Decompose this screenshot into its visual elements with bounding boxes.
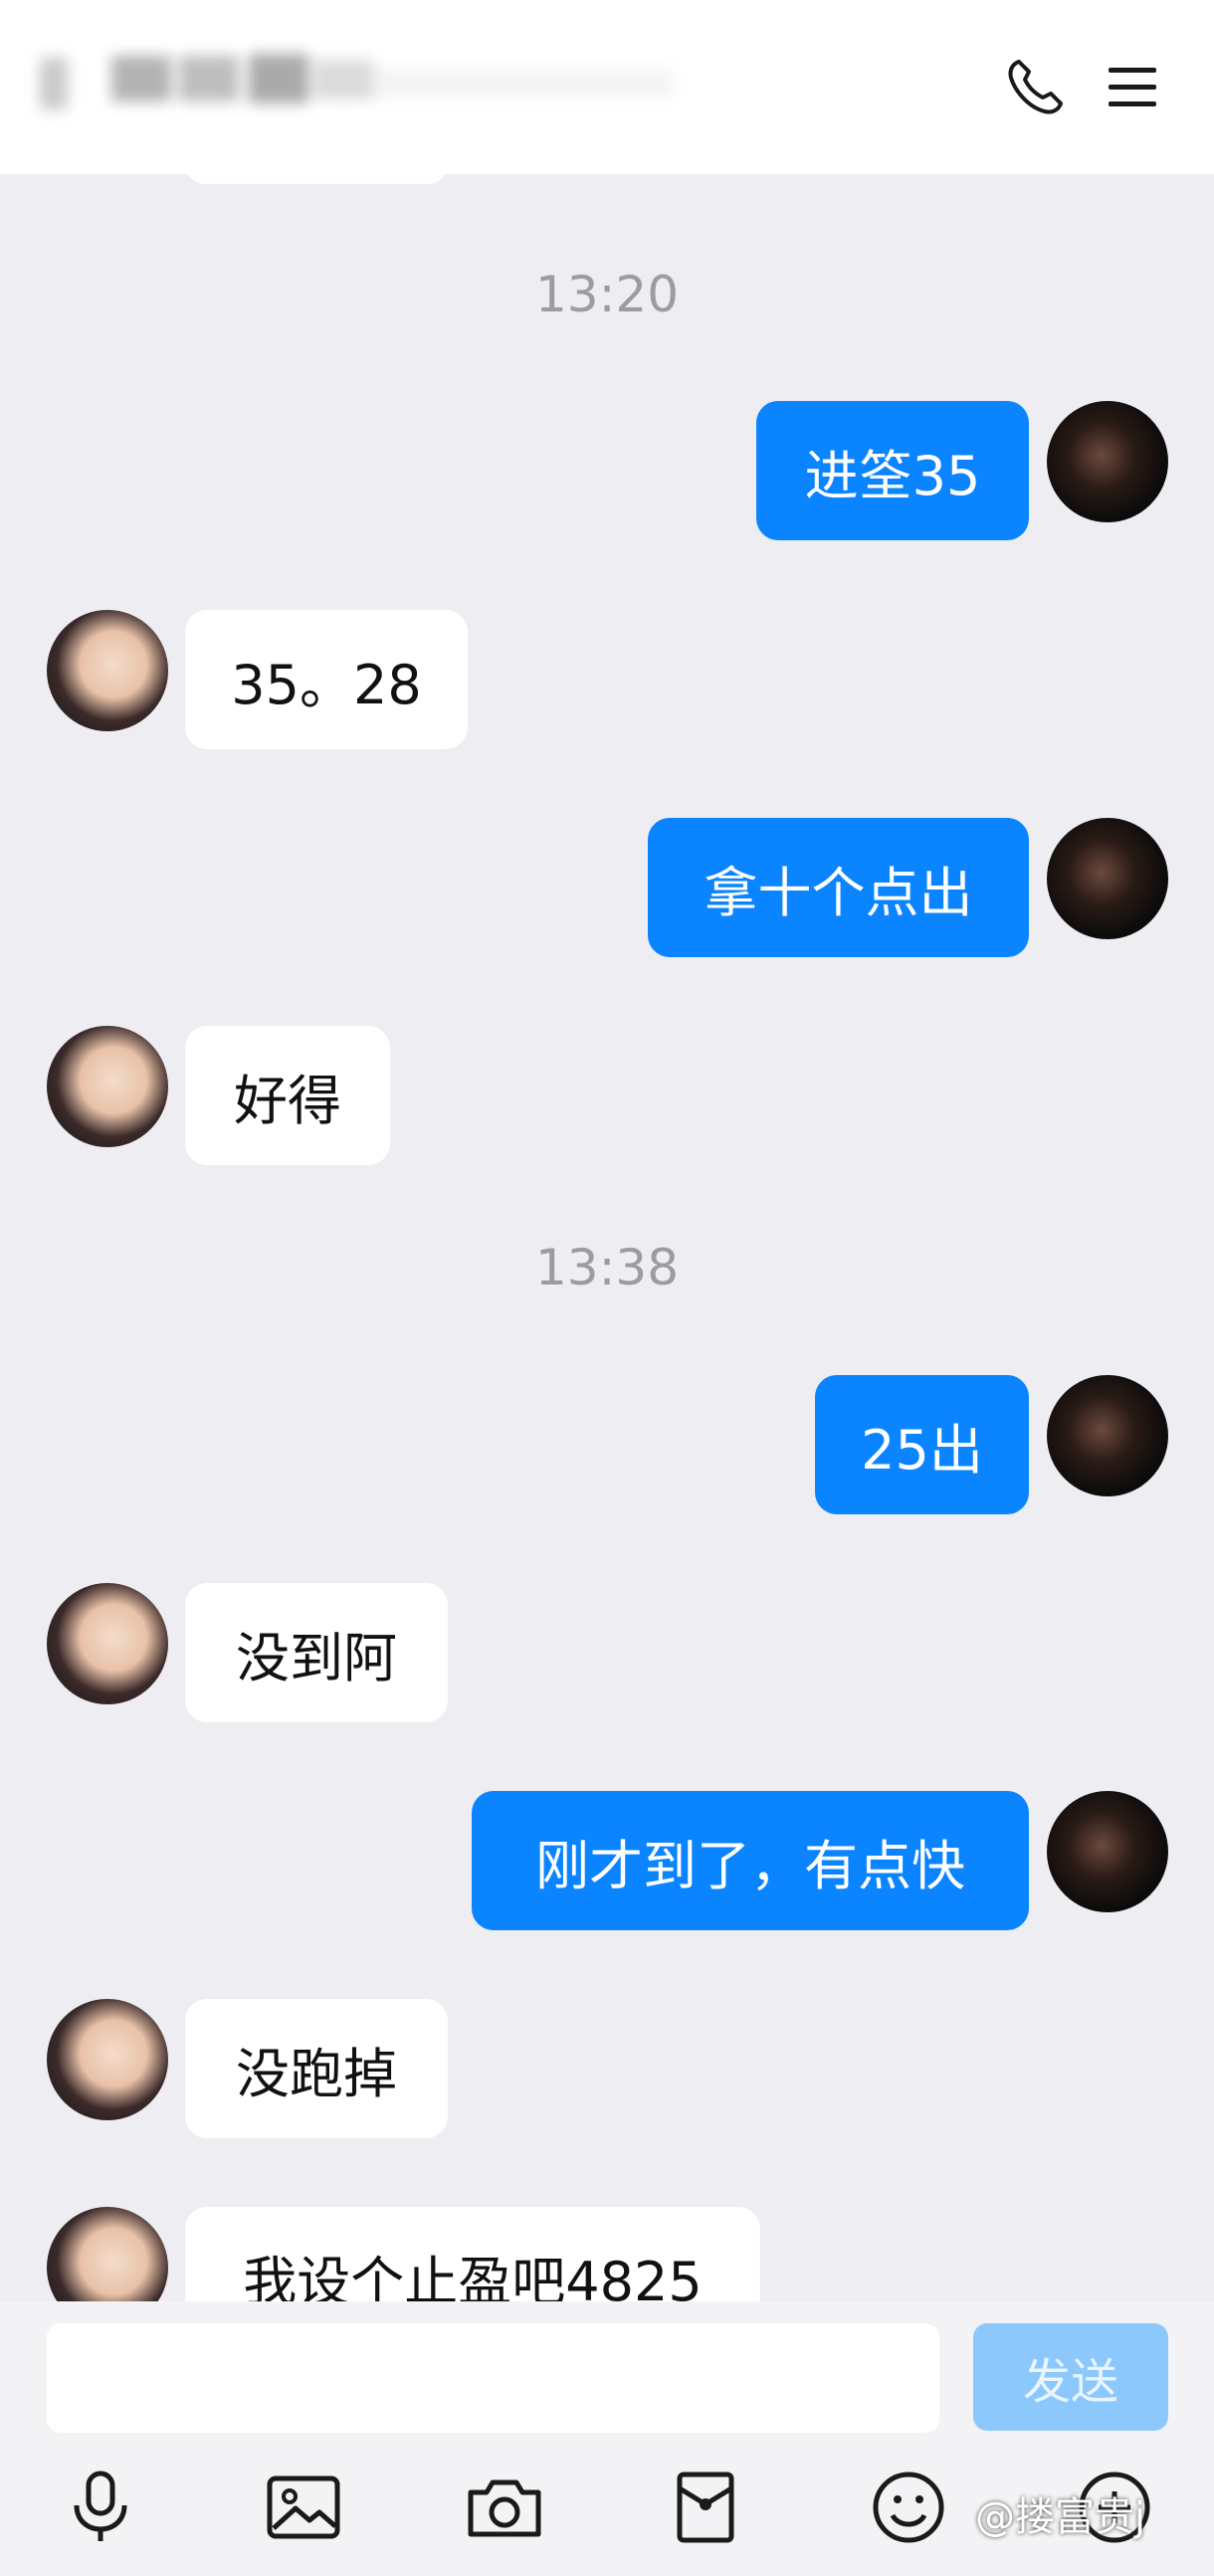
my-avatar[interactable] [1047,1375,1168,1496]
message-bubble-incoming[interactable]: 好得 [185,1026,390,1165]
message-bubble-incoming[interactable]: 没到阿 [185,1583,448,1722]
my-avatar[interactable] [1047,1791,1168,1912]
message-bubble-outgoing[interactable]: 进筌35 [756,401,1029,540]
contact-avatar[interactable] [47,1583,168,1704]
message-bubble-incoming[interactable]: 我设个止盈吧4825 [185,2207,760,2301]
message-bubble-outgoing[interactable]: 25出 [815,1375,1029,1514]
chat-header [0,0,1214,174]
red-packet-icon[interactable] [664,2466,747,2549]
menu-icon[interactable] [1097,52,1168,123]
contact-avatar[interactable] [47,2207,168,2301]
message-bubble-incoming[interactable]: 没跑掉 [185,1999,448,2138]
message-input[interactable] [47,2323,939,2433]
message-bubble-outgoing[interactable]: 拿十个点出 [648,818,1029,957]
message-bubble-incoming[interactable]: 35。28 [185,610,468,749]
image-icon[interactable] [262,2466,345,2549]
contact-avatar[interactable] [47,1999,168,2120]
my-avatar[interactable] [1047,401,1168,522]
message-bubble-partial [185,174,448,184]
microphone-icon[interactable] [59,2466,142,2549]
watermark-text: @搂富贵j [975,2494,1146,2540]
emoji-icon[interactable] [867,2466,950,2549]
message-bubble-outgoing[interactable]: 刚才到了，有点快 [472,1791,1029,1930]
contact-avatar[interactable] [47,1026,168,1147]
contact-name-blurred [40,48,672,111]
phone-icon[interactable] [999,52,1071,123]
my-avatar[interactable] [1047,818,1168,939]
camera-icon[interactable] [463,2466,546,2549]
message-list[interactable]: 13:20 进筌35 35。28 拿十个点出 好得 13:38 25出 没到阿 … [0,174,1214,2301]
timestamp: 13:38 [534,1239,680,1296]
timestamp: 13:20 [534,266,680,323]
contact-avatar[interactable] [47,610,168,731]
send-button[interactable]: 发送 [973,2323,1168,2431]
